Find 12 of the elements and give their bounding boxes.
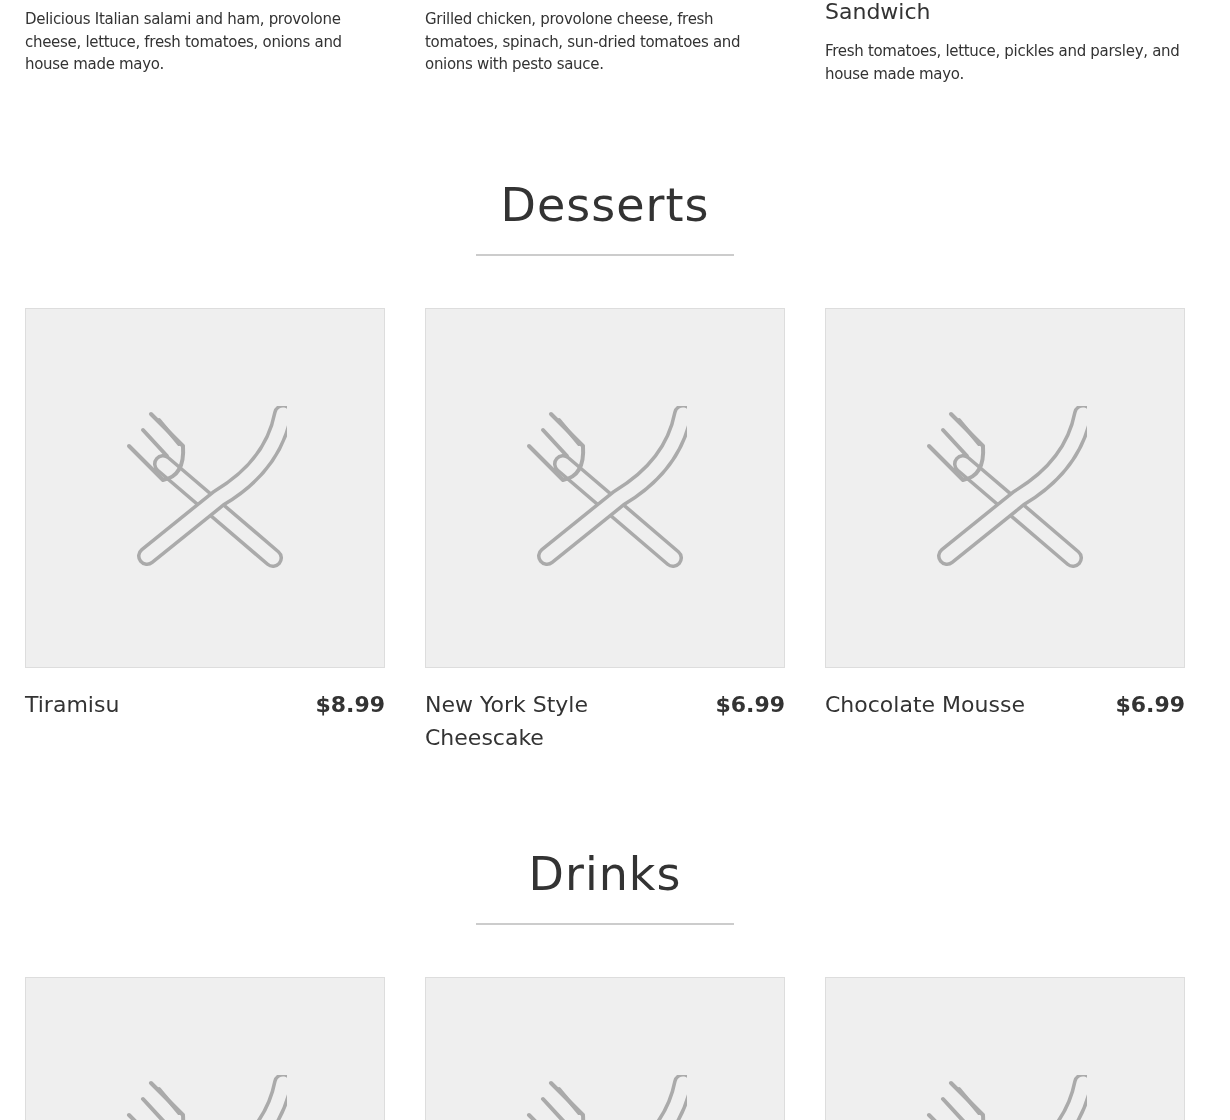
item-description: Fresh tomatoes, lettuce, pickles and parsley, and house made mayo. — [825, 41, 1181, 85]
item-description: Grilled chicken, provolone cheese, fresh tomatoes, spinach, sun-dried tomatoes and onions with pesto sauce. — [425, 9, 742, 75]
item-description: Delicious Italian salami and ham, provolone cheese, lettuce, fresh tomatoes, onions and house made mayo. — [25, 9, 343, 75]
item-price: $6.99 — [1115, 691, 1185, 719]
item-title: Sandwich — [825, 0, 932, 26]
item-price: $8.99 — [315, 691, 385, 719]
item-name: Chocolate Mousse — [825, 691, 1025, 719]
section-heading: Drinks — [527, 846, 683, 902]
item-name: Tiramisu — [25, 691, 120, 719]
item-name: New York Style Cheescake — [425, 691, 589, 752]
item-price: $6.99 — [715, 691, 785, 719]
section-heading: Desserts — [499, 177, 711, 233]
